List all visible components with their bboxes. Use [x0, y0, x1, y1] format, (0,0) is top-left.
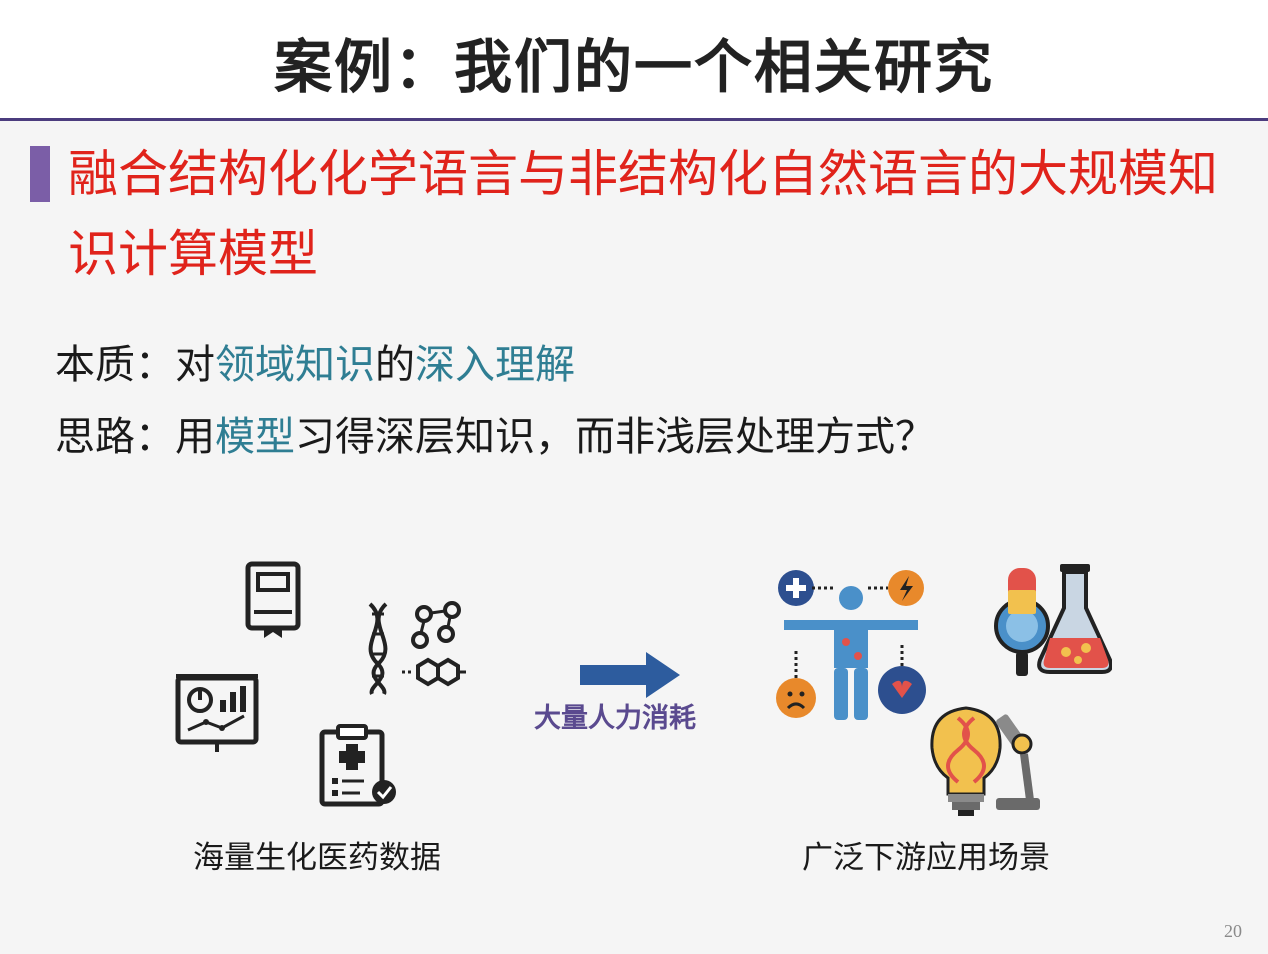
- title-band: 案例：我们的一个相关研究: [0, 0, 1268, 118]
- slide-title: 案例：我们的一个相关研究: [273, 33, 994, 101]
- essence-mid: 的: [375, 342, 415, 388]
- essence-line: 本质：对领域知识的深入理解: [55, 332, 575, 390]
- dashboard-chart-icon: [175, 674, 259, 752]
- slide: 案例：我们的一个相关研究 融合结构化化学语言与非结构化自然语言的大规模知识计算模…: [0, 0, 1268, 954]
- approach-rest: 习得深层知识，而非浅层处理方式？: [295, 414, 935, 460]
- arrow-right-icon: [580, 652, 680, 698]
- approach-highlight-model: 模型: [215, 414, 295, 460]
- dna-molecule-icon: [368, 601, 466, 695]
- essence-highlight-deep-understanding: 深入理解: [415, 342, 575, 388]
- medical-clipboard-icon: [319, 724, 396, 807]
- book-icon: [245, 561, 301, 638]
- dna-bulb-microscope-icon: [930, 706, 1040, 816]
- right-caption: 广泛下游应用场景: [802, 840, 1050, 876]
- essence-highlight-domain-knowledge: 领域知识: [215, 342, 375, 388]
- arrow-label: 大量人力消耗: [534, 703, 696, 734]
- approach-prefix: 思路：用: [55, 414, 215, 460]
- headline: 融合结构化化学语言与非结构化自然语言的大规模知识计算模型: [68, 145, 1218, 283]
- page-number: 20: [1224, 921, 1242, 941]
- essence-prefix: 本质：对: [55, 342, 215, 388]
- headline-accent-bar: [30, 146, 50, 202]
- title-divider: [0, 118, 1268, 121]
- human-body-health-icon: [776, 570, 926, 720]
- approach-line: 思路：用模型习得深层知识，而非浅层处理方式？: [55, 404, 935, 462]
- left-caption: 海量生化医药数据: [193, 840, 441, 876]
- lab-flask-magnifier-icon: [994, 564, 1112, 676]
